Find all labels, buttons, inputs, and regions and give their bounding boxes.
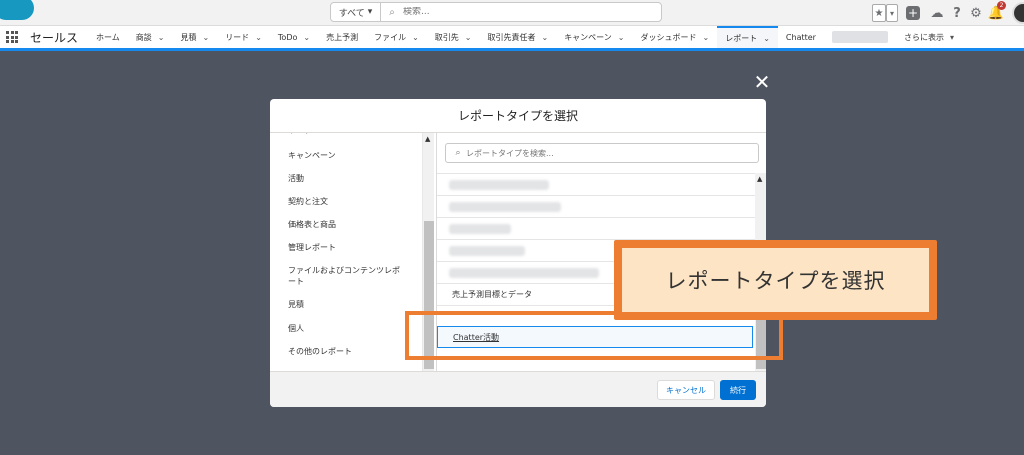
close-icon[interactable]: ✕: [751, 70, 773, 94]
global-actions-plus-icon[interactable]: +: [905, 4, 921, 22]
nav-item-label: 取引先責任者: [487, 32, 536, 42]
nav-item-label: ホーム: [96, 32, 120, 42]
category-item[interactable]: 価格表と商品: [270, 219, 422, 242]
nav-item-todo[interactable]: ToDo ⌄: [270, 26, 318, 48]
redacted-nav-item: [831, 31, 888, 43]
app-launcher-icon[interactable]: [6, 31, 18, 43]
nav-more-label: さらに表示: [903, 32, 944, 42]
annotation-callout: レポートタイプを選択: [614, 240, 937, 320]
search-input[interactable]: [403, 7, 643, 17]
favorites-star-icon[interactable]: ★: [872, 4, 886, 22]
category-item[interactable]: 管理レポート: [270, 242, 422, 265]
trailhead-icon[interactable]: ☁: [928, 4, 946, 22]
nav-item-opportunities[interactable]: 商談 ⌄: [128, 26, 173, 48]
category-item[interactable]: 契約と注文: [270, 196, 422, 219]
scroll-up-icon[interactable]: ▲: [757, 175, 762, 183]
chevron-down-icon[interactable]: ⌄: [158, 33, 165, 42]
nav-item-accounts[interactable]: 取引先 ⌄: [427, 26, 480, 48]
modal-footer: キャンセル 続行: [270, 371, 766, 407]
app-name: セールス: [30, 30, 79, 45]
nav-item-campaigns[interactable]: キャンペーン ⌄: [556, 26, 632, 48]
annotation-callout-text: レポートタイプを選択: [622, 248, 929, 312]
search-icon: ⌕: [455, 148, 461, 158]
salesforce-logo[interactable]: [0, 0, 34, 20]
nav-item-home[interactable]: ホーム: [88, 26, 128, 48]
nav-item-leads[interactable]: リード ⌄: [217, 26, 270, 48]
chevron-down-icon[interactable]: ⌄: [202, 33, 209, 42]
search-icon: ⌕: [389, 6, 395, 18]
nav-item-label: ファイル: [374, 32, 407, 42]
app-navigation-bar: セールス ホーム 商談 ⌄ 見積 ⌄ リード ⌄ ToDo ⌄ 売上予測 ファイル ⌄ 取…: [0, 26, 1024, 51]
list-item[interactable]: [437, 218, 755, 240]
category-list: リード キャンペーン 活動 契約と注文 価格表と商品 管理レポート ファイルおよ…: [270, 133, 422, 369]
nav-item-files[interactable]: ファイル ⌄: [366, 26, 427, 48]
gear-icon[interactable]: ⚙: [968, 4, 984, 22]
nav-item-quotes[interactable]: 見積 ⌄: [172, 26, 217, 48]
category-item[interactable]: ファイルおよびコンテンツレポート: [270, 265, 422, 299]
list-item[interactable]: [437, 196, 755, 218]
nav-item-label: 売上予測: [326, 32, 359, 42]
help-icon[interactable]: ?: [950, 4, 964, 22]
scroll-up-icon[interactable]: ▲: [425, 135, 430, 143]
chevron-down-icon[interactable]: ⌄: [703, 33, 710, 42]
nav-item-label: レポート: [725, 33, 758, 43]
nav-item-label: ダッシュボード: [640, 32, 697, 42]
nav-item-label: Chatter: [785, 32, 816, 42]
nav-item-label: ToDo: [277, 32, 298, 42]
chevron-down-icon[interactable]: ⌄: [255, 33, 262, 42]
category-item[interactable]: 見積: [270, 299, 422, 323]
nav-item-label: 商談: [135, 32, 152, 42]
modal-title: レポートタイプを選択: [457, 109, 578, 123]
search-scope-label: すべて: [338, 8, 365, 19]
nav-item-dashboards[interactable]: ダッシュボード ⌄: [633, 26, 718, 48]
modal-header: レポートタイプを選択: [270, 99, 766, 133]
report-type-search[interactable]: ⌕: [445, 143, 759, 163]
cancel-button[interactable]: キャンセル: [657, 380, 715, 400]
nav-item-contacts[interactable]: 取引先責任者 ⌄: [479, 26, 556, 48]
category-item[interactable]: キャンペーン: [270, 150, 422, 173]
favorites-list-chevron-icon[interactable]: ▾: [886, 4, 898, 22]
chevron-down-icon[interactable]: ⌄: [303, 33, 310, 42]
global-search[interactable]: すべて ▾ ⌕: [330, 2, 662, 22]
continue-button[interactable]: 続行: [720, 380, 756, 400]
chevron-down-icon[interactable]: ⌄: [465, 33, 472, 42]
chevron-down-icon[interactable]: ⌄: [763, 34, 770, 43]
nav-item-reports[interactable]: レポート ⌄: [717, 26, 778, 48]
category-item[interactable]: 個人: [270, 323, 422, 346]
nav-item-label: キャンペーン: [564, 32, 612, 42]
nav-item-label: 取引先: [434, 32, 459, 42]
notification-badge: 2: [997, 1, 1006, 10]
global-header: すべて ▾ ⌕ ★ ▾ + ☁ ? ⚙ 🔔 2: [0, 0, 1024, 26]
category-item[interactable]: リード: [270, 133, 422, 147]
chevron-down-icon: ▾: [367, 7, 373, 17]
list-item[interactable]: [437, 174, 755, 196]
nav-item-forecasts[interactable]: 売上予測: [318, 26, 366, 48]
nav-more-button[interactable]: さらに表示 ▾: [896, 26, 962, 48]
chevron-down-icon[interactable]: ⌄: [618, 33, 625, 42]
nav-item-chatter[interactable]: Chatter: [778, 26, 824, 48]
chevron-down-icon[interactable]: ⌄: [541, 33, 548, 42]
report-type-search-input[interactable]: [466, 148, 746, 158]
search-scope-dropdown[interactable]: すべて ▾: [331, 3, 381, 21]
category-item[interactable]: その他のレポート: [270, 346, 422, 369]
chevron-down-icon[interactable]: ⌄: [412, 33, 419, 42]
nav-items: ホーム 商談 ⌄ 見積 ⌄ リード ⌄ ToDo ⌄ 売上予測 ファイル ⌄ 取引先 ⌄ 取…: [88, 26, 962, 48]
nav-item-label: リード: [225, 32, 250, 42]
avatar[interactable]: [1012, 2, 1024, 24]
report-type-label: 売上予測目標とデータ: [452, 290, 532, 299]
nav-item-label: 見積: [180, 32, 197, 42]
category-item[interactable]: 活動: [270, 173, 422, 196]
chevron-down-icon: ▾: [949, 32, 954, 42]
